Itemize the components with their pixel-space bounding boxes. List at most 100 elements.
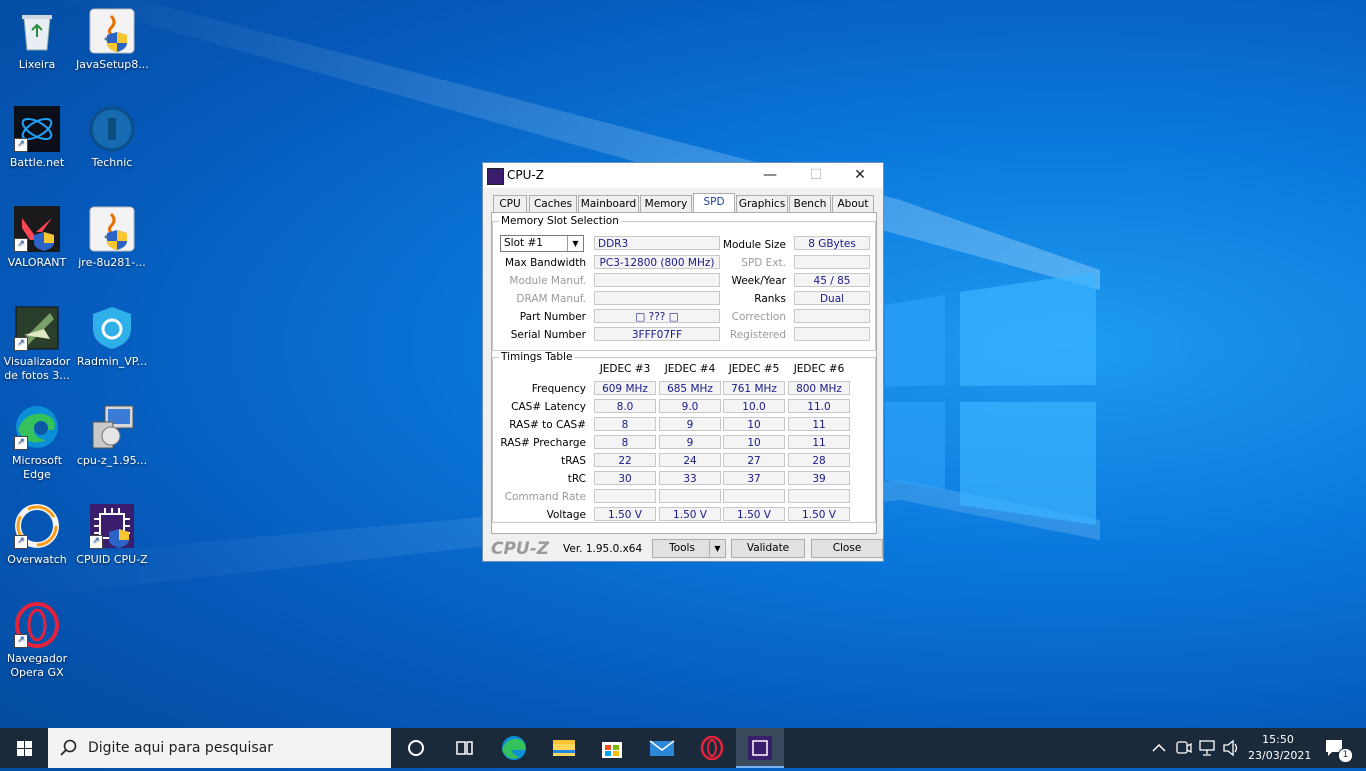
footer-bar: CPU-Z Ver. 1.95.0.x64 Tools ▼ Validate C… bbox=[491, 536, 883, 559]
notification-count-badge: 1 bbox=[1338, 748, 1353, 763]
desktop-icon-label: Microsoft Edge bbox=[11, 454, 63, 481]
shortcut-arrow-icon: ↗ bbox=[14, 535, 28, 549]
tray-network[interactable] bbox=[1196, 728, 1218, 768]
windows-logo-icon bbox=[17, 741, 32, 756]
timing-cell: 800 MHz bbox=[788, 381, 850, 395]
valorant-icon: ↗ bbox=[14, 206, 60, 252]
maximize-button[interactable]: ☐ bbox=[793, 163, 839, 188]
cpuz-app-icon bbox=[487, 168, 504, 185]
tab-cpu[interactable]: CPU bbox=[493, 195, 527, 212]
desktop-icon-radmin[interactable]: Radmin_VP... bbox=[76, 305, 148, 369]
timing-cell: 11 bbox=[788, 417, 850, 431]
shortcut-arrow-icon: ↗ bbox=[14, 634, 28, 648]
timing-cell: 8 bbox=[594, 435, 656, 449]
desktop-icon-opera-gx[interactable]: ↗ Navegador Opera GX bbox=[1, 602, 73, 680]
tab-bench[interactable]: Bench bbox=[789, 195, 831, 212]
tab-mainboard[interactable]: Mainboard bbox=[578, 195, 639, 212]
desktop-icon-label: Overwatch bbox=[7, 553, 67, 566]
tab-about[interactable]: About bbox=[832, 195, 874, 212]
battlenet-icon: ↗ bbox=[14, 106, 60, 152]
timing-cell: 39 bbox=[788, 471, 850, 485]
cpuz-icon bbox=[748, 736, 772, 760]
taskbar-file-explorer[interactable] bbox=[540, 728, 588, 768]
desktop-icon-technic[interactable]: Technic bbox=[76, 106, 148, 170]
desktop-icon-label: Battle.net bbox=[9, 156, 65, 169]
start-button[interactable] bbox=[0, 728, 48, 768]
taskbar-store[interactable] bbox=[588, 728, 636, 768]
memory-slot-legend: Memory Slot Selection bbox=[501, 215, 619, 227]
timing-cell: 761 MHz bbox=[723, 381, 785, 395]
desktop-icon-label: VALORANT bbox=[7, 256, 67, 269]
taskbar-mail[interactable] bbox=[638, 728, 686, 768]
desktop-icon-jre[interactable]: jre-8u281-... bbox=[76, 206, 148, 270]
window-title: CPU-Z bbox=[507, 168, 544, 182]
shortcut-arrow-icon: ↗ bbox=[14, 138, 28, 152]
tray-volume[interactable] bbox=[1220, 728, 1242, 768]
tab-spd[interactable]: SPD bbox=[693, 193, 735, 214]
timing-cell: 1.50 V bbox=[594, 507, 656, 521]
correction-value bbox=[794, 309, 870, 323]
edge-icon bbox=[502, 736, 526, 760]
title-bar[interactable]: CPU-Z — ☐ ✕ bbox=[483, 163, 883, 188]
timing-cell: 24 bbox=[659, 453, 721, 467]
taskbar-opera-gx[interactable] bbox=[688, 728, 736, 768]
chevron-down-icon[interactable]: ▼ bbox=[709, 540, 725, 557]
desktop-icon-cpuz-installer[interactable]: cpu-z_1.95... bbox=[76, 404, 148, 468]
part-number-label: Part Number bbox=[519, 311, 586, 323]
close-button[interactable]: Close bbox=[811, 539, 883, 558]
timing-cell: 10 bbox=[723, 435, 785, 449]
dram-manuf-value bbox=[594, 291, 720, 305]
timing-cell bbox=[723, 489, 785, 503]
clock[interactable]: 15:50 23/03/2021 bbox=[1248, 732, 1312, 764]
timing-cell: 30 bbox=[594, 471, 656, 485]
desktop-icon-cpuid-cpuz[interactable]: ↗ CPUID CPU-Z bbox=[76, 503, 148, 567]
timing-row-label: tRAS bbox=[561, 455, 586, 467]
slot-select[interactable]: Slot #1 ▼ bbox=[500, 235, 584, 252]
opera-gx-icon bbox=[700, 735, 724, 761]
network-icon bbox=[1199, 740, 1215, 756]
overwatch-icon: ↗ bbox=[14, 503, 60, 549]
action-center-button[interactable]: 1 bbox=[1318, 728, 1358, 768]
desktop-icon-overwatch[interactable]: ↗ Overwatch bbox=[1, 503, 73, 567]
tab-memory[interactable]: Memory bbox=[640, 195, 692, 212]
tools-button-label: Tools bbox=[669, 542, 695, 554]
desktop-icon-javasetup[interactable]: JavaSetup8... bbox=[76, 8, 149, 72]
taskbar-edge[interactable] bbox=[490, 728, 538, 768]
taskbar-cpuz[interactable] bbox=[736, 728, 784, 768]
shortcut-arrow-icon: ↗ bbox=[14, 337, 28, 351]
opera-gx-icon: ↗ bbox=[14, 602, 60, 648]
cortana-button[interactable] bbox=[392, 728, 440, 768]
taskbar: Digite aqui para pesquisar 15:50 23/03/2… bbox=[0, 728, 1366, 768]
close-window-button[interactable]: ✕ bbox=[837, 163, 883, 188]
desktop-icon-edge[interactable]: ↗ Microsoft Edge bbox=[1, 404, 73, 482]
timing-cell: 8 bbox=[594, 417, 656, 431]
module-size-label: Module Size bbox=[722, 239, 786, 251]
timings-column-header: JEDEC #3 bbox=[599, 363, 651, 375]
desktop-icon-valorant[interactable]: ↗ VALORANT bbox=[1, 206, 73, 270]
timing-cell: 10 bbox=[723, 417, 785, 431]
chevron-up-icon bbox=[1152, 743, 1166, 752]
desktop-icon-label: Technic bbox=[91, 156, 133, 169]
task-view-button[interactable] bbox=[440, 728, 488, 768]
ranks-value: Dual bbox=[794, 291, 870, 305]
minimize-button[interactable]: — bbox=[747, 163, 793, 188]
timing-cell: 27 bbox=[723, 453, 785, 467]
camera-icon bbox=[1176, 741, 1192, 754]
clock-time: 15:50 bbox=[1262, 733, 1294, 746]
tray-meet-now[interactable] bbox=[1172, 728, 1194, 768]
chevron-down-icon[interactable]: ▼ bbox=[567, 236, 583, 251]
show-hidden-icons-button[interactable] bbox=[1148, 728, 1170, 768]
desktop-icon-recycle-bin[interactable]: Lixeira bbox=[1, 8, 73, 72]
tools-button[interactable]: Tools ▼ bbox=[652, 539, 726, 558]
validate-button[interactable]: Validate bbox=[731, 539, 805, 558]
timing-cell bbox=[659, 489, 721, 503]
task-view-icon bbox=[456, 741, 473, 755]
java-installer-icon bbox=[89, 8, 135, 54]
clock-date: 23/03/2021 bbox=[1248, 749, 1312, 762]
ranks-label: Ranks bbox=[754, 293, 786, 305]
tab-graphics[interactable]: Graphics bbox=[736, 195, 788, 212]
desktop-icon-battlenet[interactable]: ↗ Battle.net bbox=[1, 106, 73, 170]
tab-caches[interactable]: Caches bbox=[529, 195, 577, 212]
desktop-icon-photo-viewer[interactable]: ↗ Visualizador de fotos 3... bbox=[1, 305, 73, 383]
search-box[interactable]: Digite aqui para pesquisar bbox=[48, 728, 391, 768]
